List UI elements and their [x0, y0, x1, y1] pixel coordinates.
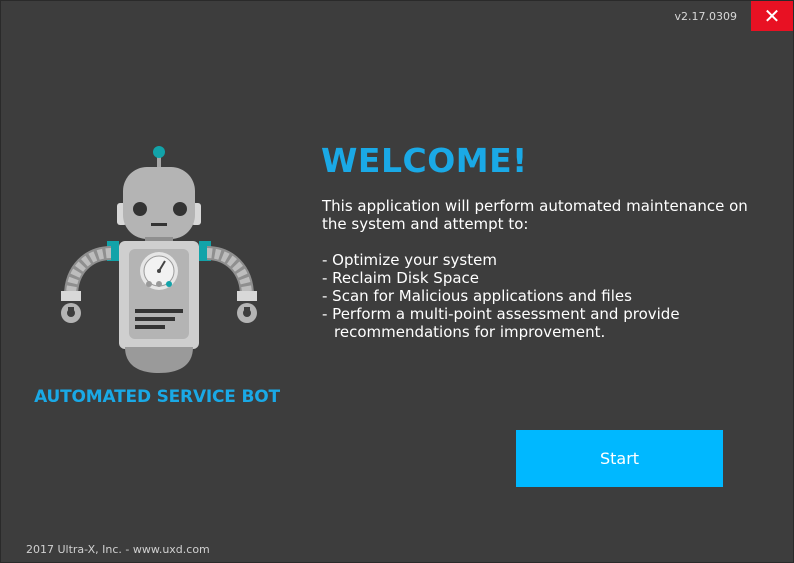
- page-title: WELCOME!: [321, 141, 528, 180]
- list-item: - Perform a multi-point assessment and p…: [322, 305, 680, 341]
- version-label: v2.17.0309: [674, 10, 738, 23]
- bot-title: AUTOMATED SERVICE BOT: [34, 387, 280, 407]
- task-list: - Optimize your system - Reclaim Disk Sp…: [322, 251, 772, 341]
- robot-icon: [61, 146, 257, 373]
- start-button[interactable]: Start: [516, 430, 723, 487]
- list-item: - Optimize your system: [322, 251, 497, 269]
- footer-copyright: 2017 Ultra-X, Inc. - www.uxd.com: [26, 543, 210, 556]
- close-icon: ✕: [763, 4, 781, 28]
- list-item: - Scan for Malicious applications and fi…: [322, 287, 632, 305]
- intro-text: This application will perform automated …: [322, 197, 748, 233]
- close-button[interactable]: ✕: [751, 1, 793, 31]
- app-window: v2.17.0309 ✕ AUTOMATED SERVICE BOT WELCO…: [0, 0, 794, 563]
- list-item: - Reclaim Disk Space: [322, 269, 480, 287]
